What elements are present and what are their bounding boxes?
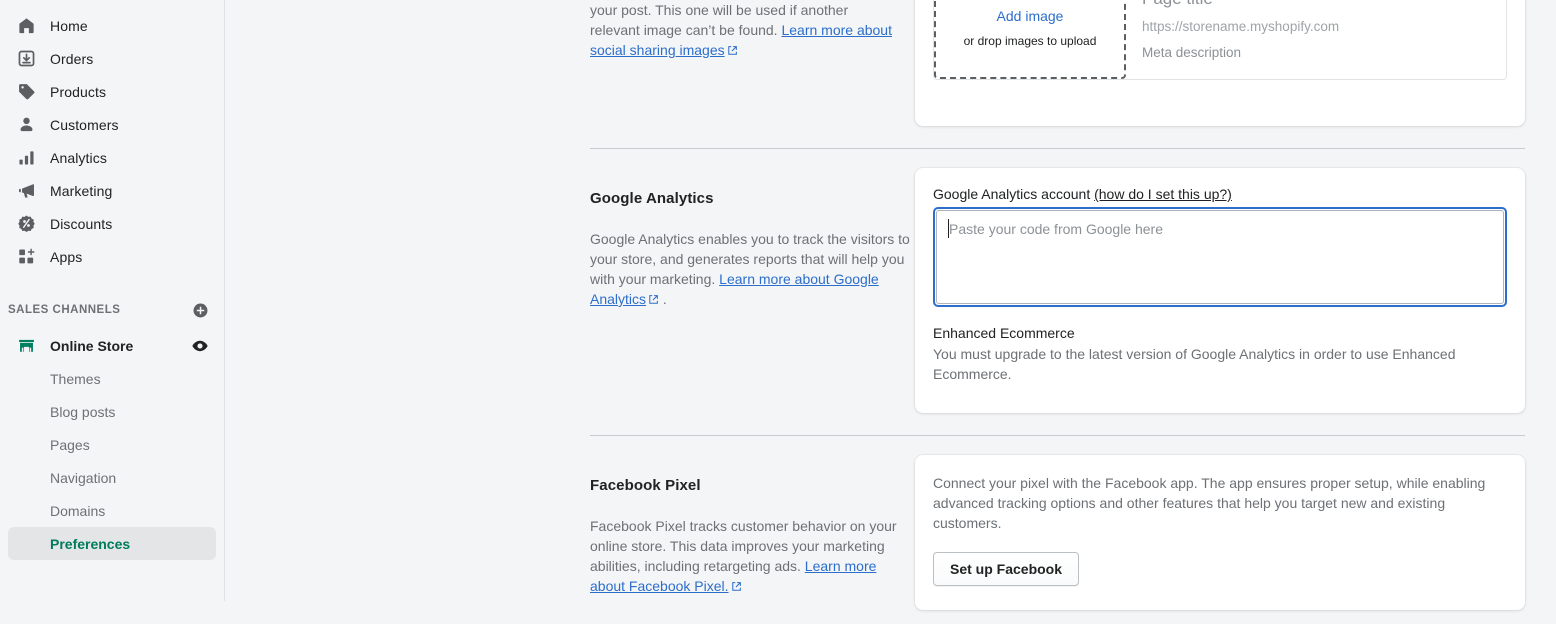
- preview-meta: Page title https://storename.myshopify.c…: [1126, 0, 1506, 79]
- sidebar-item-label: Products: [50, 84, 106, 100]
- plus-circle-icon[interactable]: [190, 300, 210, 320]
- external-link-icon: [727, 41, 738, 61]
- sidebar-item-online-store[interactable]: Online Store: [8, 329, 216, 362]
- google-analytics-description: Google Analytics enables you to track th…: [590, 229, 915, 310]
- set-up-facebook-button[interactable]: Set up Facebook: [933, 552, 1079, 586]
- sidebar-item-label: Home: [50, 18, 88, 34]
- sidebar-item-label: Analytics: [50, 150, 107, 166]
- channel-label: Online Store: [50, 338, 190, 354]
- social-desc-line2: relevant image can’t be found.: [590, 22, 778, 38]
- social-preview: Add image or drop images to upload Page …: [933, 0, 1507, 80]
- home-icon: [16, 16, 36, 36]
- social-sharing-image-text: your post. This one will be used if anot…: [225, 0, 955, 61]
- sidebar-item-orders[interactable]: Orders: [8, 42, 216, 75]
- sales-channels-title: SALES CHANNELS: [8, 304, 120, 316]
- storefront-icon: [16, 336, 36, 356]
- sidebar-item-navigation[interactable]: Navigation: [8, 461, 216, 494]
- image-dropzone[interactable]: Add image or drop images to upload: [934, 0, 1126, 79]
- customers-person-icon: [16, 115, 36, 135]
- social-sharing-image-description: your post. This one will be used if anot…: [590, 0, 915, 61]
- sub-item-label: Pages: [50, 437, 90, 453]
- how-do-i-set-this-up-link[interactable]: (how do I set this up?): [1094, 186, 1232, 202]
- analytics-bar-chart-icon: [16, 148, 36, 168]
- sidebar-item-label: Customers: [50, 117, 119, 133]
- main-sidebar: Home Orders Products Customers: [0, 0, 225, 601]
- textarea-placeholder: Paste your code from Google here: [949, 220, 1491, 238]
- sub-item-label: Domains: [50, 503, 105, 519]
- google-analytics-card: Google Analytics account (how do I set t…: [915, 168, 1525, 413]
- sub-item-label: Blog posts: [50, 404, 115, 420]
- section-divider-2: [590, 435, 1525, 436]
- sidebar-item-domains[interactable]: Domains: [8, 494, 216, 527]
- sidebar-item-marketing[interactable]: Marketing: [8, 174, 216, 207]
- sidebar-item-discounts[interactable]: Discounts: [8, 207, 216, 240]
- ga-account-label-text: Google Analytics account: [933, 186, 1090, 202]
- dropzone-hint: or drop images to upload: [964, 34, 1097, 48]
- google-analytics-code-textarea[interactable]: Paste your code from Google here: [933, 207, 1507, 307]
- add-image-button[interactable]: Add image: [997, 8, 1064, 24]
- facebook-pixel-description: Facebook Pixel tracks customer behavior …: [590, 516, 915, 597]
- eye-icon[interactable]: [190, 336, 210, 356]
- discounts-badge-icon: [16, 214, 36, 234]
- google-analytics-title: Google Analytics: [590, 190, 915, 207]
- sub-item-label: Themes: [50, 371, 101, 387]
- sales-channels-header: SALES CHANNELS: [8, 295, 210, 325]
- sub-item-label: Preferences: [50, 536, 130, 552]
- external-link-icon: [648, 290, 659, 310]
- sidebar-item-apps[interactable]: Apps: [8, 240, 216, 273]
- sidebar-item-pages[interactable]: Pages: [8, 428, 216, 461]
- facebook-card-description: Connect your pixel with the Facebook app…: [933, 473, 1507, 533]
- preview-url: https://storename.myshopify.com: [1142, 19, 1492, 34]
- text-caret: [948, 219, 949, 238]
- sidebar-item-label: Discounts: [50, 216, 112, 232]
- social-image-preview-card: Add image or drop images to upload Page …: [915, 0, 1525, 126]
- textarea-inner[interactable]: Paste your code from Google here: [936, 210, 1504, 304]
- apps-grid-plus-icon: [16, 247, 36, 267]
- settings-content: your post. This one will be used if anot…: [225, 0, 1556, 624]
- google-analytics-account-label: Google Analytics account (how do I set t…: [933, 186, 1507, 202]
- google-analytics-text: Google Analytics Google Analytics enable…: [225, 190, 955, 310]
- sidebar-item-customers[interactable]: Customers: [8, 108, 216, 141]
- social-desc-line1: your post. This one will be used if anot…: [590, 2, 848, 18]
- sidebar-item-analytics[interactable]: Analytics: [8, 141, 216, 174]
- facebook-pixel-title: Facebook Pixel: [590, 477, 915, 494]
- sub-item-label: Navigation: [50, 470, 116, 486]
- external-link-icon: [731, 577, 742, 597]
- orders-icon: [16, 49, 36, 69]
- shopify-admin-preferences-page: Home Orders Products Customers: [0, 0, 1556, 624]
- products-tag-icon: [16, 82, 36, 102]
- facebook-pixel-text: Facebook Pixel Facebook Pixel tracks cus…: [225, 477, 955, 597]
- sidebar-item-themes[interactable]: Themes: [8, 362, 216, 395]
- sidebar-item-home[interactable]: Home: [8, 9, 216, 42]
- facebook-pixel-card: Connect your pixel with the Facebook app…: [915, 455, 1525, 610]
- ga-desc-tail: .: [663, 291, 667, 307]
- section-divider-1: [590, 148, 1525, 149]
- preview-page-title: Page title: [1142, 0, 1492, 9]
- sidebar-item-label: Apps: [50, 249, 82, 265]
- sidebar-item-label: Orders: [50, 51, 93, 67]
- sidebar-item-products[interactable]: Products: [8, 75, 216, 108]
- sidebar-item-label: Marketing: [50, 183, 112, 199]
- marketing-megaphone-icon: [16, 181, 36, 201]
- preview-meta-description: Meta description: [1142, 45, 1492, 60]
- enhanced-ecommerce-description: You must upgrade to the latest version o…: [933, 344, 1507, 384]
- sidebar-item-blog-posts[interactable]: Blog posts: [8, 395, 216, 428]
- sidebar-item-preferences[interactable]: Preferences: [8, 527, 216, 560]
- enhanced-ecommerce-title: Enhanced Ecommerce: [933, 325, 1507, 341]
